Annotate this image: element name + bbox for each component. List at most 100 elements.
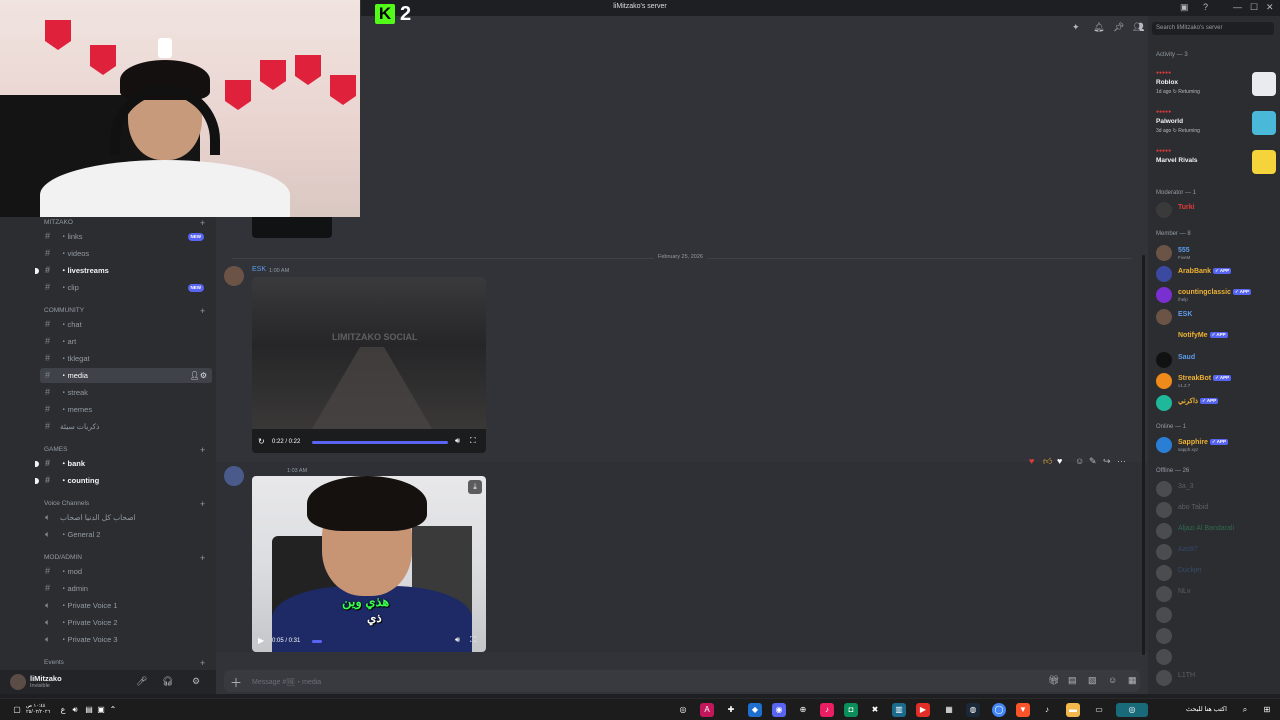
member-item[interactable]: NotifyMe ✓ APP: [1156, 329, 1278, 347]
message-input[interactable]: Message #🖼・media: [252, 677, 321, 687]
task-view-icon[interactable]: ▭: [1092, 703, 1106, 717]
taskbar-clock[interactable]: ١٠:٤٤ ص ٢٥/٠٢/٢٠٢٦: [26, 703, 50, 715]
replay-icon[interactable]: ↻: [258, 437, 265, 446]
video-attachment[interactable]: هذي وين ذي ⤓ ▶ 0:05 / 0:31 🔊︎ ⛶: [252, 476, 486, 652]
category-mod-admin[interactable]: MOD/ADMIN +: [44, 553, 205, 563]
add-channel-icon[interactable]: +: [200, 218, 205, 228]
channel-admin[interactable]: # ・admin: [40, 581, 212, 596]
activity-item[interactable]: ●●●●● Roblox 1d ago ↻ Returning: [1156, 70, 1276, 104]
maximize-button[interactable]: ☐: [1250, 2, 1258, 13]
channel-chat[interactable]: # ・chat: [40, 317, 212, 332]
close-button[interactable]: ✕: [1266, 2, 1274, 13]
microphone-icon[interactable]: 🎤︎: [136, 676, 147, 687]
member-item[interactable]: StreakBot ✓ APP v1.2.7: [1156, 372, 1278, 390]
chat-scrollbar[interactable]: [1142, 255, 1145, 655]
taskbar-app-icon[interactable]: ♪: [820, 703, 834, 717]
headphones-icon[interactable]: 🎧︎: [162, 676, 173, 687]
channel-memes[interactable]: # ・memes: [40, 402, 212, 417]
channel-art[interactable]: # ・art: [40, 334, 212, 349]
member-item[interactable]: ذاكرني ✓ APP: [1156, 394, 1278, 412]
file-explorer-icon[interactable]: ▬: [1066, 703, 1080, 717]
taskbar-app-icon[interactable]: ◘: [844, 703, 858, 717]
gift-icon[interactable]: 🎁︎: [1048, 675, 1059, 686]
member-item[interactable]: ESK: [1156, 308, 1278, 326]
channel-mod[interactable]: # ・mod: [40, 564, 212, 579]
start-icon[interactable]: ⊞: [1260, 703, 1274, 717]
user-name[interactable]: liMitzako: [30, 674, 62, 683]
search-input[interactable]: Search liMitzako's server: [1152, 22, 1274, 35]
member-item[interactable]: 555 FiveM: [1156, 244, 1278, 262]
add-channel-icon[interactable]: +: [200, 553, 205, 563]
settings-gear-icon[interactable]: ⚙: [192, 676, 200, 687]
member-list-icon[interactable]: 👥︎: [1133, 22, 1144, 33]
member-item[interactable]: Azo97: [1156, 543, 1278, 561]
taskbar-app-icon[interactable]: ✚: [724, 703, 738, 717]
play-icon[interactable]: ▶: [258, 636, 264, 645]
category-events[interactable]: Events +: [44, 658, 205, 668]
emoji-icon[interactable]: ☺: [1108, 675, 1117, 685]
activity-item[interactable]: ●●●●● Palworld 3d ago ↻ Returning: [1156, 109, 1276, 143]
voice-channel-private-1[interactable]: 🔈︎ ・Private Voice 1: [40, 598, 212, 613]
apps-icon[interactable]: ▦: [1128, 675, 1137, 686]
member-item[interactable]: Sapphire ✓ APP sapph.xyz: [1156, 436, 1278, 454]
user-avatar[interactable]: [10, 674, 26, 690]
video-progress-bar[interactable]: [312, 441, 448, 444]
member-item[interactable]: Saud: [1156, 351, 1278, 369]
youtube-icon[interactable]: ▶: [916, 703, 930, 717]
edit-icon[interactable]: ✎: [1089, 456, 1097, 467]
channel-bank[interactable]: # ・bank: [35, 456, 212, 471]
category-voice[interactable]: Voice Channels +: [44, 499, 205, 509]
avatar[interactable]: [224, 466, 244, 486]
channel-tklegat[interactable]: # ・tklegat: [40, 351, 212, 366]
member-item[interactable]: [1156, 648, 1278, 666]
voice-channel-private-3[interactable]: 🔈︎ ・Private Voice 3: [40, 632, 212, 647]
taskbar-app-icon[interactable]: A: [700, 703, 714, 717]
channel-media[interactable]: # ・media 👤︎⚙: [40, 368, 212, 383]
steam-icon[interactable]: ◍: [966, 703, 980, 717]
channel-streak[interactable]: # ・streak: [40, 385, 212, 400]
channel-videos[interactable]: # ・videos: [40, 246, 212, 261]
channel-counting[interactable]: # ・counting: [35, 473, 212, 488]
chrome-icon[interactable]: ◯: [992, 703, 1006, 717]
voice-channel-private-2[interactable]: 🔈︎ ・Private Voice 2: [40, 615, 212, 630]
channel-links[interactable]: # ・links NEW: [40, 229, 212, 244]
taskbar-app-icon[interactable]: ⊕: [796, 703, 810, 717]
more-icon[interactable]: ⋯: [1117, 456, 1126, 467]
member-item[interactable]: Duckjet: [1156, 564, 1278, 582]
notification-bell-icon[interactable]: 🔔︎: [1093, 22, 1104, 33]
white-heart-reaction-icon[interactable]: ♥: [1057, 456, 1062, 466]
category-games[interactable]: GAMES +: [44, 445, 205, 455]
thumbs-up-reaction-icon[interactable]: 👍︎: [1043, 456, 1052, 467]
minimize-button[interactable]: —: [1233, 2, 1242, 12]
channel-livestreams[interactable]: # ・livestreams: [35, 263, 212, 278]
pin-icon[interactable]: 📌︎: [1113, 22, 1124, 33]
threads-icon[interactable]: ✦: [1072, 22, 1080, 33]
taskbar-app-icon[interactable]: ✖: [868, 703, 882, 717]
volume-icon[interactable]: 🔊︎: [455, 436, 460, 446]
message-composer[interactable]: ＋ Message #🖼・media 🎁︎ ▤ ▧ ☺ ▦: [224, 670, 1140, 692]
add-reaction-icon[interactable]: ☺: [1075, 456, 1084, 466]
member-item[interactable]: 3a_3: [1156, 480, 1278, 498]
avatar[interactable]: [224, 266, 244, 286]
widgets-icon[interactable]: ◎: [1116, 703, 1148, 717]
member-item[interactable]: [1156, 627, 1278, 645]
video-progress-bar[interactable]: [312, 640, 322, 643]
help-icon[interactable]: ?: [1203, 2, 1208, 12]
activity-item[interactable]: ●●●●● Marvel Rivals: [1156, 148, 1276, 182]
upload-plus-icon[interactable]: ＋: [230, 674, 242, 691]
download-icon[interactable]: ⤓: [468, 480, 482, 494]
heart-reaction-icon[interactable]: ♥: [1029, 456, 1034, 466]
video-attachment[interactable]: LIMITZAKO SOCIAL ↻ 0:22 / 0:22 🔊︎ ⛶: [252, 277, 486, 453]
category-mitzako[interactable]: MITZAKO +: [44, 218, 205, 228]
volume-icon[interactable]: 🔊︎: [68, 703, 82, 717]
taskbar-search[interactable]: اكتب هنا للبحث: [1186, 705, 1227, 713]
add-channel-icon[interactable]: +: [200, 445, 205, 455]
taskbar-app-icon[interactable]: ◎: [676, 703, 690, 717]
gif-icon[interactable]: ▤: [1068, 675, 1077, 686]
discord-icon[interactable]: ◉: [772, 703, 786, 717]
member-item[interactable]: Aljazi Al Bandarali: [1156, 522, 1278, 540]
taskbar-app-icon[interactable]: ▦: [942, 703, 956, 717]
member-item[interactable]: L1TH: [1156, 669, 1278, 687]
tray-expand-icon[interactable]: ⌃: [106, 703, 120, 717]
taskbar-app-icon[interactable]: ◆: [748, 703, 762, 717]
